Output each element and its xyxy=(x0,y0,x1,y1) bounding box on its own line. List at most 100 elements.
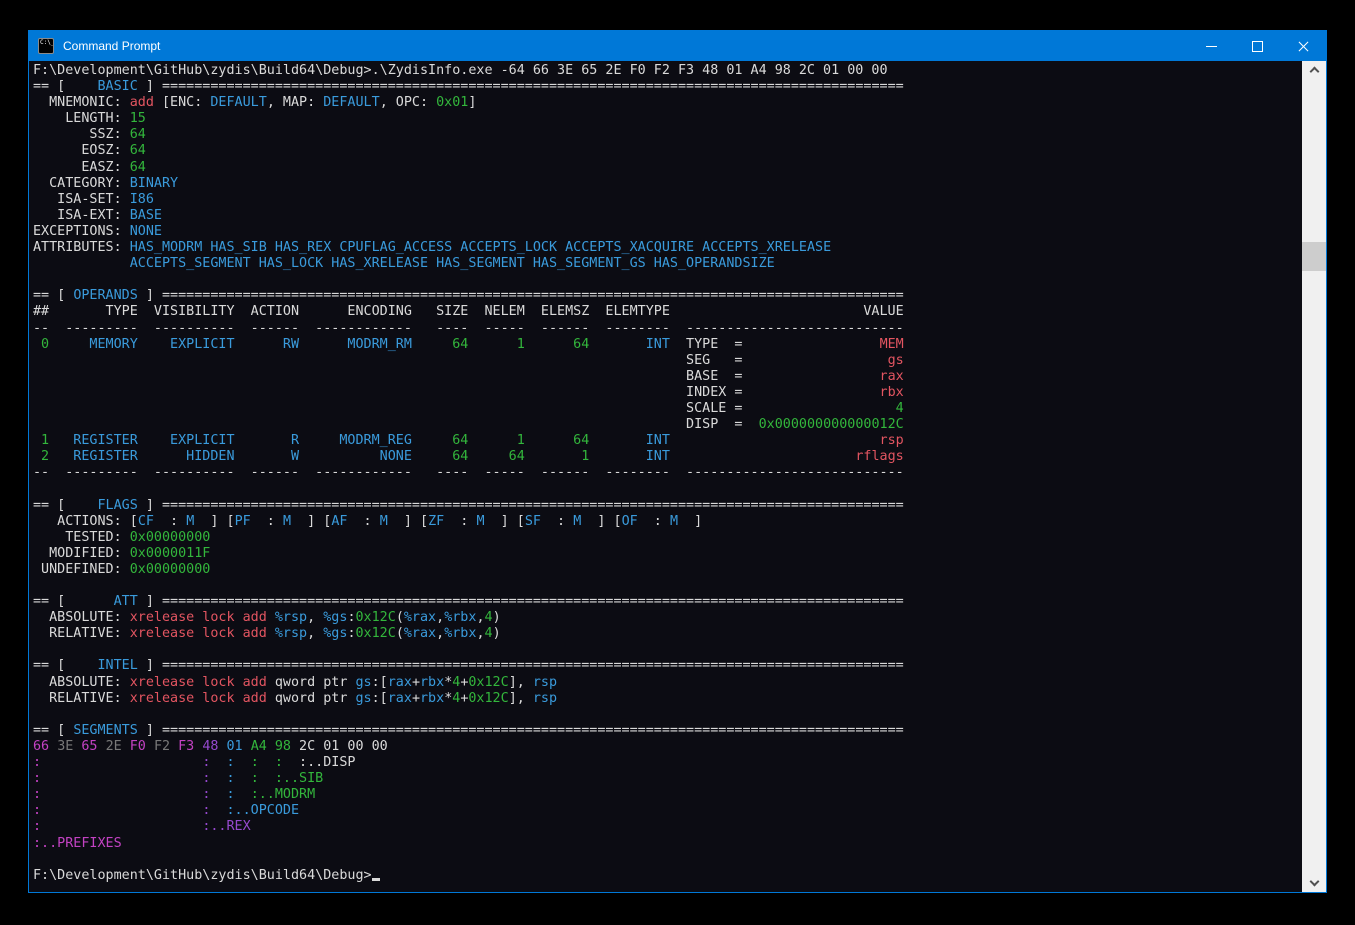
text-segment xyxy=(138,337,154,352)
text-segment: 48 xyxy=(202,739,218,754)
text-segment: 2C 01 00 00 xyxy=(291,739,388,754)
scroll-up-button[interactable] xyxy=(1302,61,1326,78)
terminal-line: : : : : :..SIB xyxy=(33,771,1302,787)
text-segment: : xyxy=(638,514,670,529)
text-segment: BASE xyxy=(130,208,162,223)
terminal-line: : : : :..MODRM xyxy=(33,787,1302,803)
text-segment: ========================================… xyxy=(162,658,904,673)
window-title: Command Prompt xyxy=(63,39,1188,53)
text-segment xyxy=(210,771,226,786)
text-segment: 15 xyxy=(130,111,146,126)
scrollbar-thumb[interactable] xyxy=(1302,242,1326,271)
text-segment xyxy=(299,337,315,352)
text-segment: , xyxy=(436,626,444,641)
scrollbar[interactable] xyxy=(1302,61,1326,892)
terminal-line: DISP = 0x000000000000012C xyxy=(33,417,1302,433)
text-segment: gs xyxy=(356,675,372,690)
terminal-line: ISA-EXT: BASE xyxy=(33,208,1302,224)
text-segment: 65 xyxy=(81,739,97,754)
text-segment: rax xyxy=(388,691,412,706)
text-segment xyxy=(41,819,202,834)
text-segment: OPERANDS xyxy=(73,288,138,303)
text-segment: RW xyxy=(251,337,299,352)
text-segment: ] xyxy=(138,723,162,738)
text-segment xyxy=(218,739,226,754)
text-segment: : xyxy=(33,819,41,834)
text-segment: DEFAULT xyxy=(210,95,266,110)
text-segment: ] xyxy=(138,594,162,609)
text-segment: ] xyxy=(468,95,476,110)
text-segment: : xyxy=(33,803,41,818)
terminal-line: ACCEPTS_SEGMENT HAS_LOCK HAS_XRELEASE HA… xyxy=(33,256,1302,272)
text-segment: :..DISP xyxy=(283,755,356,770)
text-segment: REGISTER xyxy=(65,433,138,448)
terminal-output[interactable]: F:\Development\GitHub\zydis\Build64\Debu… xyxy=(29,61,1302,892)
text-segment xyxy=(525,337,541,352)
text-segment: %rbx xyxy=(444,610,476,625)
close-button[interactable] xyxy=(1280,31,1326,61)
text-segment: FLAGS xyxy=(98,498,138,513)
text-segment: OF xyxy=(622,514,638,529)
text-segment xyxy=(49,739,57,754)
text-segment: REGISTER xyxy=(65,449,138,464)
text-segment xyxy=(243,739,251,754)
terminal-line: : : :..OPCODE xyxy=(33,803,1302,819)
scroll-down-button[interactable] xyxy=(1302,875,1326,892)
text-segment: rsp xyxy=(533,675,557,690)
text-segment: EXCEPTIONS: xyxy=(33,224,130,239)
text-segment: SF xyxy=(525,514,541,529)
title-bar[interactable]: C:\_ Command Prompt xyxy=(29,31,1326,61)
text-segment: ACCEPTS_SEGMENT HAS_LOCK HAS_XRELEASE HA… xyxy=(130,256,775,271)
text-segment: rbx xyxy=(880,385,904,400)
terminal-line: CATEGORY: BINARY xyxy=(33,176,1302,192)
cmd-icon: C:\_ xyxy=(38,38,54,54)
text-segment xyxy=(98,739,106,754)
text-segment: %gs xyxy=(323,610,347,625)
text-segment xyxy=(259,755,275,770)
text-segment: 64 xyxy=(485,449,525,464)
text-segment: 3E xyxy=(57,739,73,754)
text-segment: MNEMONIC: xyxy=(33,95,130,110)
text-cursor xyxy=(372,878,380,881)
text-segment: UNDEFINED: xyxy=(33,562,130,577)
text-segment xyxy=(235,771,251,786)
terminal-line: RELATIVE: xrelease lock add %rsp, %gs:0x… xyxy=(33,626,1302,642)
terminal-line: MNEMONIC: add [ENC: DEFAULT, MAP: DEFAUL… xyxy=(33,95,1302,111)
text-segment: , xyxy=(476,626,484,641)
terminal-line xyxy=(33,578,1302,594)
terminal-line: == [ BASIC ] ===========================… xyxy=(33,79,1302,95)
terminal-line: F:\Development\GitHub\zydis\Build64\Debu… xyxy=(33,868,1302,884)
terminal-line: == [ OPERANDS ] ========================… xyxy=(33,288,1302,304)
terminal-line: RELATIVE: xrelease lock add qword ptr gs… xyxy=(33,691,1302,707)
text-segment: EOSZ: xyxy=(33,143,130,158)
text-segment: ] [ xyxy=(388,514,428,529)
scrollbar-track[interactable] xyxy=(1302,78,1326,875)
text-segment: 0x01 xyxy=(436,95,468,110)
maximize-button[interactable] xyxy=(1234,31,1280,61)
minimize-button[interactable] xyxy=(1188,31,1234,61)
text-segment: ] xyxy=(138,288,162,303)
text-segment: M xyxy=(380,514,388,529)
text-segment: 64 xyxy=(130,127,146,142)
text-segment: 64 xyxy=(436,337,468,352)
text-segment: TESTED: xyxy=(33,530,130,545)
text-segment: rbx xyxy=(420,675,444,690)
terminal-line: : :..REX xyxy=(33,819,1302,835)
text-segment: , xyxy=(476,610,484,625)
terminal-line: ABSOLUTE: xrelease lock add %rsp, %gs:0x… xyxy=(33,610,1302,626)
terminal-line xyxy=(33,272,1302,288)
text-segment xyxy=(41,803,202,818)
text-segment: HIDDEN xyxy=(154,449,235,464)
terminal-line: LENGTH: 15 xyxy=(33,111,1302,127)
text-segment: ] xyxy=(678,514,702,529)
text-segment: == [ xyxy=(33,723,73,738)
text-segment xyxy=(743,337,880,352)
text-segment xyxy=(589,449,605,464)
terminal-line: ISA-SET: I86 xyxy=(33,192,1302,208)
terminal-line: MODIFIED: 0x0000011F xyxy=(33,546,1302,562)
text-segment xyxy=(742,401,895,416)
text-segment: : xyxy=(251,771,259,786)
text-segment: ZF xyxy=(428,514,444,529)
text-segment: M xyxy=(670,514,678,529)
text-segment: ( xyxy=(396,610,404,625)
